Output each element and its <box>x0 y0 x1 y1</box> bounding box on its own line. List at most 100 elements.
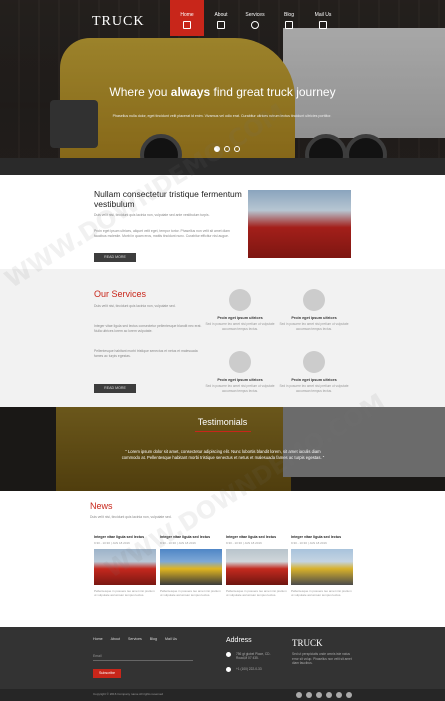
map-marker-icon <box>226 652 231 657</box>
nav-label: Home <box>180 12 194 18</box>
testimonials-section: Testimonials " Lorem ipsum dolor sit ame… <box>0 407 445 491</box>
news-card-title[interactable]: Integer vitae ligula sed lectus <box>160 535 222 539</box>
hero-title-post: find great truck journey <box>213 85 336 99</box>
news-card-image[interactable] <box>226 549 288 585</box>
address-title: Address <box>226 637 252 644</box>
footer-logo[interactable]: TRUCK <box>292 638 323 648</box>
footer-link[interactable]: Blog <box>150 637 157 641</box>
news-card[interactable]: Integer vitae ligula sed lectus 9:30 - 1… <box>291 535 353 598</box>
globe-icon <box>229 351 251 373</box>
phone-row: +1 (100) 222-0-33 <box>226 667 262 672</box>
nav-mail[interactable]: Mail Us <box>306 0 340 36</box>
main-nav: Home About Services Blog Mail Us <box>170 0 340 36</box>
google-plus-icon[interactable] <box>316 692 322 698</box>
service-text: Sed in posuere leo amet nisi pretium ut … <box>205 322 275 331</box>
address-text: 756 gt globel Place, CD-Road,M 07 435. <box>236 652 271 660</box>
services-intro: Duis velit nisi, tincidunt quis lacinia … <box>94 304 176 308</box>
news-card-date: 9:30 - 10:30 | JAN 18 2016 <box>291 541 327 545</box>
footer: Home About Services Blog Mail Us Email S… <box>0 627 445 689</box>
rss-icon[interactable] <box>346 692 352 698</box>
news-card-title[interactable]: Integer vitae ligula sed lectus <box>291 535 353 539</box>
nav-label: Services <box>245 12 265 18</box>
news-card-image[interactable] <box>291 549 353 585</box>
facebook-icon[interactable] <box>296 692 302 698</box>
service-title: Proin eget ipsum ultrices <box>217 378 263 382</box>
slider-dots <box>214 146 240 152</box>
linkedin-icon[interactable] <box>336 692 342 698</box>
phone-text: +1 (100) 222-0-33 <box>236 667 262 671</box>
service-item: Proin eget ipsum ultrices Sed in posuere… <box>201 351 279 393</box>
news-section: News Duis velit nisi, tincidunt quis lac… <box>0 491 445 627</box>
news-card[interactable]: Integer vitae ligula sed lectus 9:30 - 1… <box>160 535 222 598</box>
truck-icon <box>303 351 325 373</box>
services-section: Our Services Duis velit nisi, tincidunt … <box>0 269 445 407</box>
service-item: Proin eget ipsum ultrices Sed in posuere… <box>275 289 353 331</box>
newsletter-email-input[interactable]: Email <box>93 652 193 661</box>
service-title: Proin eget ipsum ultrices <box>291 316 337 320</box>
news-intro: Duis velit nisi, tincidunt quis lacinia … <box>90 515 172 519</box>
address-row: 756 gt globel Place, CD-Road,M 07 435. <box>226 652 274 660</box>
news-card-title[interactable]: Integer vitae ligula sed lectus <box>226 535 288 539</box>
site-logo[interactable]: TRUCK <box>92 14 144 30</box>
slider-dot[interactable] <box>224 146 230 152</box>
copyright: Copyright © 2016 Company name All rights… <box>93 692 164 696</box>
nav-services[interactable]: Services <box>238 0 272 36</box>
nav-label: Mail Us <box>314 12 332 18</box>
news-card-text: Pellentesque in posuere leo amet nisi pr… <box>160 589 221 598</box>
service-text: Sed in posuere leo amet nisi pretium ut … <box>279 384 349 393</box>
news-card[interactable]: Integer vitae ligula sed lectus 9:30 - 1… <box>226 535 288 598</box>
news-card-image[interactable] <box>94 549 156 585</box>
news-card-date: 9:30 - 10:30 | JAN 18 2016 <box>160 541 196 545</box>
news-card-date: 9:30 - 10:30 | JAN 18 2016 <box>94 541 130 545</box>
nav-label: Blog <box>283 12 294 18</box>
service-item: Proin eget ipsum ultrices Sed in posuere… <box>275 351 353 393</box>
news-card-date: 9:30 - 10:30 | JAN 18 2016 <box>226 541 262 545</box>
hero-title-bold: always <box>170 85 211 99</box>
hero-title: Where you always find great truck journe… <box>0 85 445 99</box>
service-item: Proin eget ipsum ultrices Sed in posuere… <box>201 289 279 331</box>
dribbble-icon[interactable] <box>326 692 332 698</box>
intro-text-2: Proin eget ipsum ultrices, aliquet velit… <box>94 229 230 238</box>
truck-icon <box>303 289 325 311</box>
nav-blog[interactable]: Blog <box>272 0 306 36</box>
phone-icon <box>226 667 231 672</box>
subscribe-button[interactable]: Subscribe <box>93 669 121 678</box>
bottom-bar: Copyright © 2016 Company name All rights… <box>0 689 445 701</box>
hero-slider: TRUCK Home About Services Blog Mail Us W… <box>0 0 445 175</box>
services-text-1: Integer vitae ligula sed lectus consecte… <box>94 324 202 333</box>
news-card-image[interactable] <box>160 549 222 585</box>
twitter-icon[interactable] <box>306 692 312 698</box>
cog-icon <box>251 21 259 29</box>
social-links <box>296 692 352 698</box>
footer-about: Sed ut perspiciatis unde omnis iste natu… <box>292 652 352 666</box>
nav-about[interactable]: About <box>204 0 238 36</box>
slider-dot[interactable] <box>214 146 220 152</box>
footer-link[interactable]: Mail Us <box>165 637 177 641</box>
service-text: Sed in posuere leo amet nisi pretium ut … <box>205 384 275 393</box>
footer-link[interactable]: About <box>111 637 120 641</box>
home-icon <box>183 21 191 29</box>
footer-link[interactable]: Services <box>128 637 142 641</box>
nav-home[interactable]: Home <box>170 0 204 36</box>
nav-label: About <box>214 12 228 18</box>
news-card-title[interactable]: Integer vitae ligula sed lectus <box>94 535 156 539</box>
services-title: Our Services <box>94 289 147 299</box>
service-title: Proin eget ipsum ultrices <box>291 378 337 382</box>
footer-link[interactable]: Home <box>93 637 103 641</box>
mail-icon <box>319 21 327 29</box>
news-title: News <box>90 501 113 511</box>
news-card[interactable]: Integer vitae ligula sed lectus 9:30 - 1… <box>94 535 156 598</box>
user-icon <box>217 21 225 29</box>
services-read-more-button[interactable]: READ MORE <box>94 384 136 393</box>
news-card-text: Pellentesque in posuere leo amet nisi pr… <box>94 589 155 598</box>
slider-dot[interactable] <box>234 146 240 152</box>
service-title: Proin eget ipsum ultrices <box>217 316 263 320</box>
edit-icon <box>285 21 293 29</box>
news-card-text: Pellentesque in posuere leo amet nisi pr… <box>226 589 287 598</box>
hero-subtitle: Phasellus nulla dolor, eget tincidunt ve… <box>112 114 332 118</box>
hero-title-pre: Where you <box>109 85 168 99</box>
intro-read-more-button[interactable]: READ MORE <box>94 253 136 262</box>
testimonial-quote: " Lorem ipsum dolor sit amet, consectetu… <box>121 449 325 460</box>
service-text: Sed in posuere leo amet nisi pretium ut … <box>279 322 349 331</box>
fire-truck-image <box>248 190 351 258</box>
